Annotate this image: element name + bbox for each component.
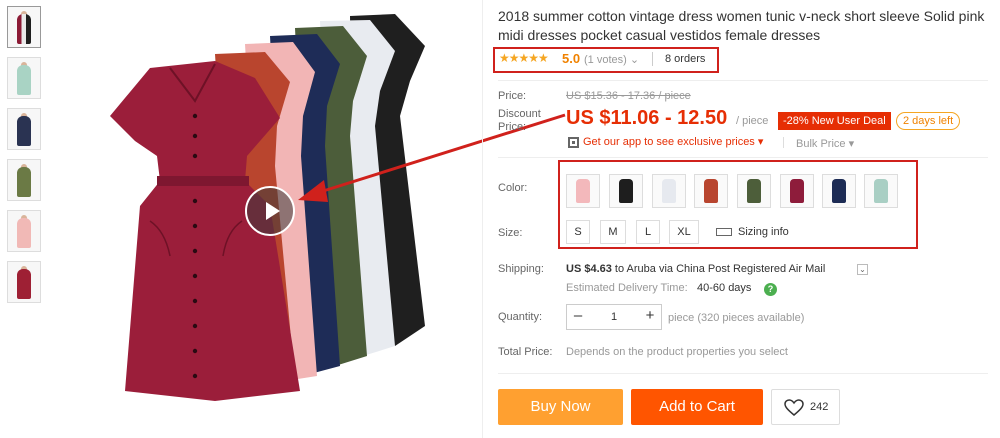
thumbnail-gallery xyxy=(7,6,41,312)
original-price: US $15.36 - 17.36 / piece xyxy=(566,90,691,102)
divider xyxy=(498,80,988,81)
dress-swatch xyxy=(747,179,761,203)
total-price-note: Depends on the product properties you se… xyxy=(566,346,788,358)
color-option-white[interactable] xyxy=(652,174,686,208)
color-option-army-green[interactable] xyxy=(737,174,771,208)
color-option-rust[interactable] xyxy=(694,174,728,208)
color-option-black[interactable] xyxy=(609,174,643,208)
size-option-s[interactable]: S xyxy=(566,220,590,244)
votes-count[interactable]: (1 votes) ⌄ xyxy=(584,53,639,66)
dress-swatch xyxy=(576,179,590,203)
discount-label-2: Price: xyxy=(498,121,527,133)
dress-swatch xyxy=(790,179,804,203)
divider xyxy=(783,137,784,148)
heart-icon xyxy=(784,399,804,416)
days-left-badge: 2 days left xyxy=(896,112,961,130)
price-unit: / piece xyxy=(736,115,769,127)
thumbnail[interactable] xyxy=(7,108,41,150)
delivery-days: 40-60 days xyxy=(697,282,752,294)
quantity-label: Quantity: xyxy=(498,311,543,323)
shipping-dropdown-icon[interactable]: ⌄ xyxy=(857,264,868,275)
discount-label: Discount xyxy=(498,108,541,120)
divider xyxy=(498,373,988,374)
size-option-m[interactable]: M xyxy=(600,220,626,244)
color-option-mint[interactable] xyxy=(864,174,898,208)
help-icon[interactable]: ? xyxy=(764,283,777,296)
thumbnail[interactable] xyxy=(7,6,41,48)
shipping-info: US $4.63 to Aruba via China Post Registe… xyxy=(566,263,826,275)
size-option-xl[interactable]: XL xyxy=(669,220,699,244)
size-option-l[interactable]: L xyxy=(636,220,660,244)
thumbnail[interactable] xyxy=(7,210,41,252)
wishlist-button[interactable]: 242 xyxy=(771,389,840,425)
color-option-wine[interactable] xyxy=(780,174,814,208)
thumbnail[interactable] xyxy=(7,159,41,201)
divider xyxy=(482,0,483,438)
dress-swatch xyxy=(832,179,846,203)
delivery-time-label: Estimated Delivery Time: xyxy=(566,282,688,294)
shipping-label: Shipping: xyxy=(498,263,544,275)
divider xyxy=(652,52,653,66)
thumbnail[interactable] xyxy=(7,261,41,303)
sizing-info-link[interactable]: Sizing info xyxy=(716,226,789,238)
add-to-cart-button[interactable]: Add to Cart xyxy=(631,389,763,425)
dress-swatch xyxy=(619,179,633,203)
video-play-button[interactable] xyxy=(245,186,295,236)
buy-now-button[interactable]: Buy Now xyxy=(498,389,623,425)
orders-count: 8 orders xyxy=(665,53,706,65)
wishlist-count: 242 xyxy=(810,401,829,413)
quantity-minus-button[interactable]: – xyxy=(567,305,589,329)
dress-swatch xyxy=(874,179,888,203)
dress-swatch xyxy=(704,179,718,203)
deal-badge: -28% New User Deal xyxy=(778,112,891,130)
product-title: 2018 summer cotton vintage dress women t… xyxy=(498,8,985,43)
app-promo-link[interactable]: Get our app to see exclusive prices ▾ xyxy=(568,135,763,148)
bulk-price-link[interactable]: Bulk Price ▾ xyxy=(796,137,854,150)
color-label: Color: xyxy=(498,182,528,194)
dress-swatch xyxy=(662,179,676,203)
rating-value: 5.0 xyxy=(562,51,581,66)
size-label: Size: xyxy=(498,227,523,239)
rating-stars-icon: ★★★★★ xyxy=(499,51,549,65)
quantity-input[interactable]: 1 xyxy=(591,305,637,329)
discount-price: US $11.06 - 12.50 xyxy=(566,107,728,129)
quantity-stepper: – 1 + xyxy=(566,304,662,330)
thumbnail[interactable] xyxy=(7,57,41,99)
quantity-note: piece (320 pieces available) xyxy=(668,312,805,324)
divider xyxy=(498,157,988,158)
color-option-navy[interactable] xyxy=(822,174,856,208)
price-label: Price: xyxy=(498,90,527,102)
chevron-down-icon: ⌄ xyxy=(629,54,640,66)
quantity-plus-button[interactable]: + xyxy=(639,305,661,329)
color-option-pink[interactable] xyxy=(566,174,600,208)
annotation-arrow xyxy=(298,113,566,202)
total-price-label: Total Price: xyxy=(498,346,553,358)
